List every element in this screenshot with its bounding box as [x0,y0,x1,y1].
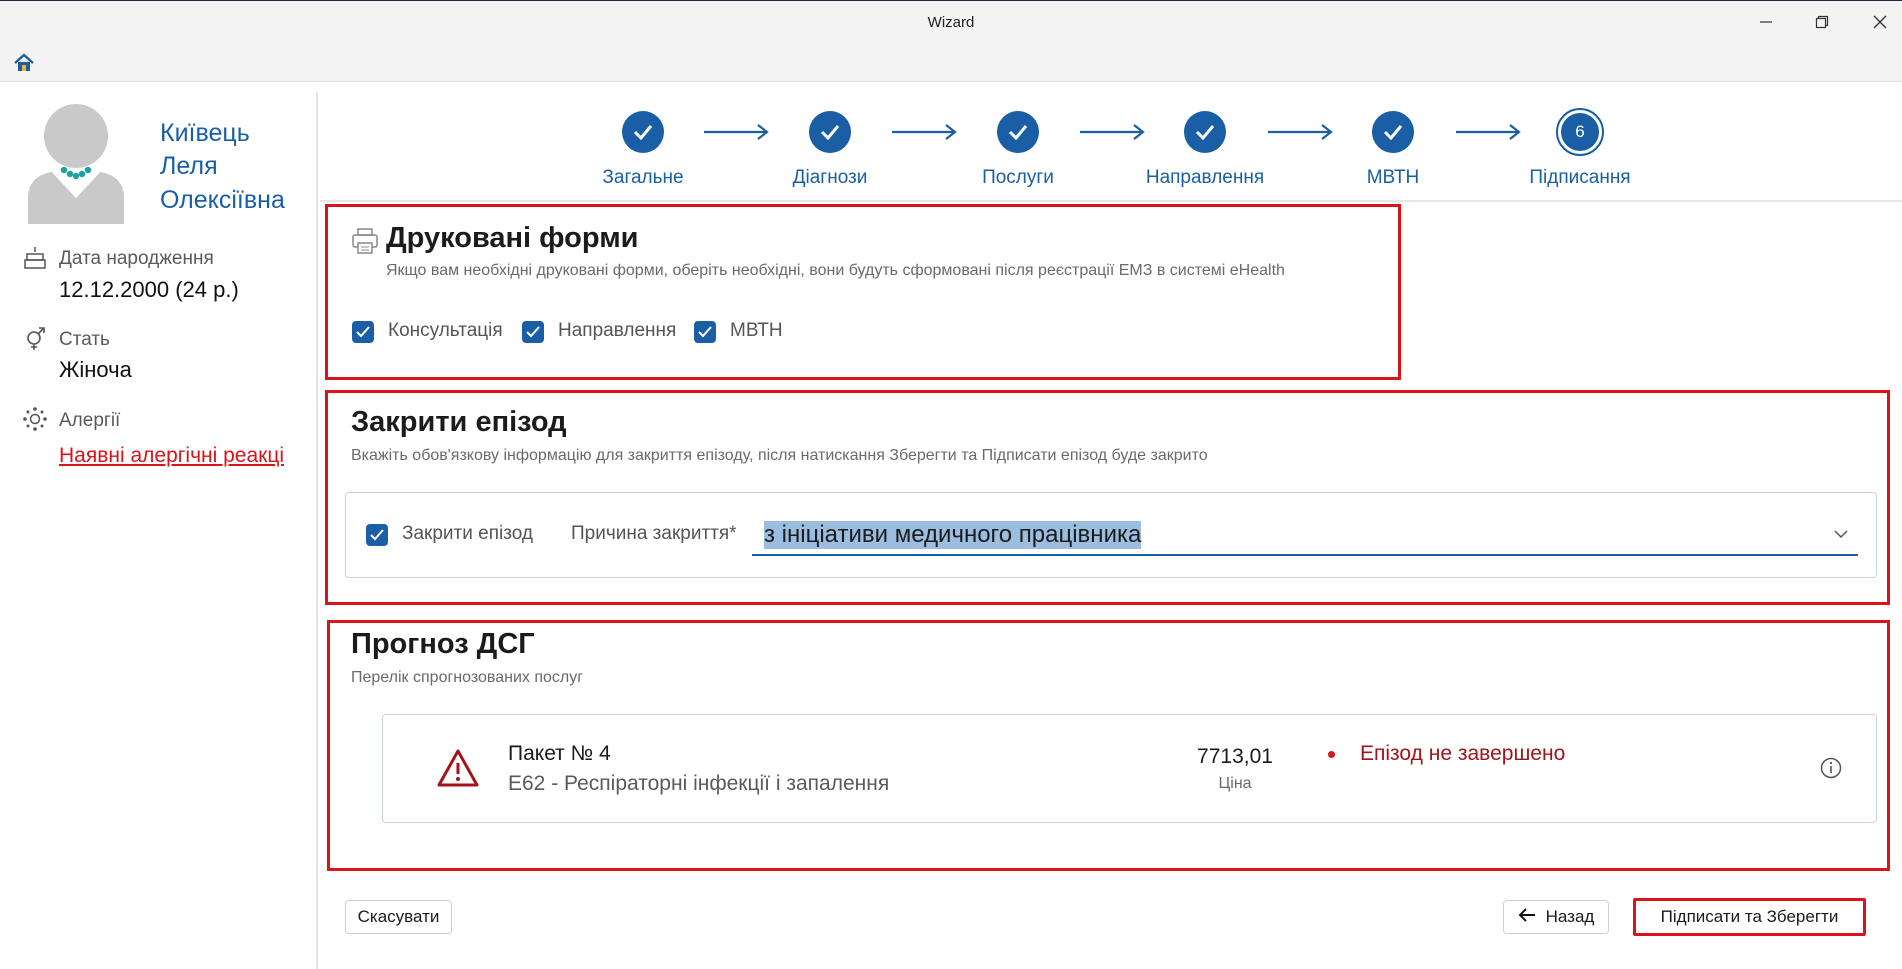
step-referral[interactable]: Направлення [1125,111,1285,189]
checkbox-label: Направлення [558,320,677,341]
minimize-icon[interactable] [1754,10,1778,34]
dsg-package-card [382,714,1877,823]
print-forms-title: Друковані форми [386,222,639,254]
sex-value: Жіноча [59,357,132,382]
checkbox-consultation[interactable] [352,321,374,343]
birth-date-label: Дата народження [59,248,214,269]
step-diagnoses[interactable]: Діагнози [750,111,910,189]
status-dot-icon [1328,751,1335,758]
print-forms-subtitle: Якщо вам необхідні друковані форми, обер… [386,262,1285,279]
close-reason-label: Причина закриття* [571,523,737,544]
checkbox-referral[interactable] [522,321,544,343]
close-reason-value: з ініціативи медичного працівника [764,521,1142,549]
step-services[interactable]: Послуги [938,111,1098,189]
home-icon[interactable] [13,52,35,74]
cancel-button[interactable]: Скасувати [345,900,452,934]
patient-sidebar: Київець Леля Олексіївна Дата народження … [0,92,318,969]
step-label: Діагнози [792,167,868,188]
step-complete-check-icon [809,111,851,153]
birthday-cake-icon [22,245,48,271]
arrow-left-icon [1518,907,1536,927]
info-icon[interactable] [1820,757,1842,779]
step-signing[interactable]: 6 Підписання [1500,108,1660,189]
step-label: МВТН [1366,167,1420,188]
patient-first-name: Леля [160,152,218,180]
gender-icon [22,325,48,351]
birth-date-value: 12.12.2000 (24 р.) [59,277,239,302]
step-complete-check-icon [1372,111,1414,153]
window-title: Wizard [927,14,975,31]
back-button-label: Назад [1545,907,1595,926]
episode-status: Епізод не завершено [1360,742,1566,765]
avatar [22,102,130,224]
close-episode-checkbox-label: Закрити епізод [402,523,533,544]
step-current-ring: 6 [1556,108,1604,156]
warning-icon [436,748,480,788]
step-complete-check-icon [1184,111,1226,153]
package-title: Пакет № 4 [508,742,611,765]
step-label: Підписання [1529,167,1631,188]
step-number: 6 [1561,113,1599,151]
printer-icon [350,226,380,256]
stepper-divider [320,200,1902,202]
package-price-label: Ціна [1218,775,1252,792]
checkbox-close-episode[interactable] [366,524,388,546]
chevron-down-icon [1834,526,1848,544]
close-episode-title: Закрити епізод [351,406,567,438]
step-mvtn[interactable]: МВТН [1313,111,1473,189]
step-complete-check-icon [622,111,664,153]
allergy-icon [22,406,48,432]
checkbox-mvtn[interactable] [694,321,716,343]
package-description: E62 - Респіраторні інфекції і запалення [508,772,890,795]
dsg-title: Прогноз ДСГ [351,628,535,660]
patient-last-name: Київець [160,119,250,147]
step-label: Направлення [1145,167,1265,188]
sign-and-save-button[interactable]: Підписати та Зберегти [1633,898,1866,936]
step-label: Послуги [982,167,1054,188]
package-price: 7713,01 [1197,745,1273,768]
checkbox-label: Консультація [388,320,503,341]
step-complete-check-icon [997,111,1039,153]
checkbox-label: МВТН [730,320,783,341]
close-icon[interactable] [1868,10,1892,34]
back-button[interactable]: Назад [1503,900,1609,934]
allergy-link[interactable]: Наявні алергічні реакці [59,444,284,468]
close-episode-subtitle: Вкажіть обов'язкову інформацію для закри… [351,447,1208,464]
close-reason-select[interactable]: з ініціативи медичного працівника [752,514,1858,556]
sex-label: Стать [59,329,110,350]
step-general[interactable]: Загальне [563,111,723,189]
toolbar [0,46,1902,82]
step-label: Загальне [602,167,684,188]
restore-icon[interactable] [1810,10,1834,34]
dsg-subtitle: Перелік спрогнозованих послуг [351,669,584,686]
allergy-label: Алергії [59,410,121,431]
